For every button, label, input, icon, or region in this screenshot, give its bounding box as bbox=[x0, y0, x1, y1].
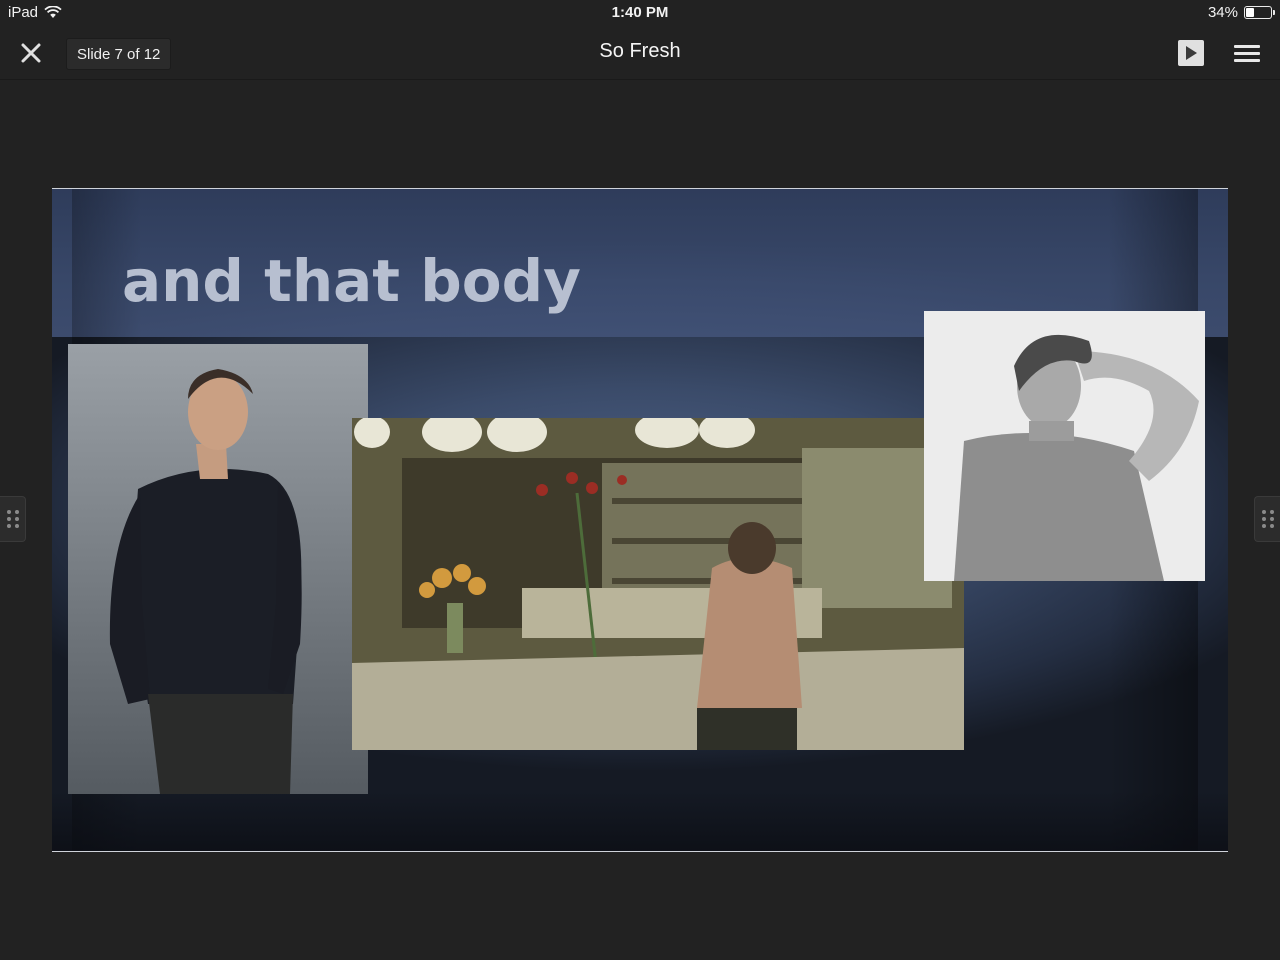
slide-canvas: and that body bbox=[52, 188, 1228, 852]
close-icon bbox=[21, 43, 41, 63]
next-slide-handle[interactable] bbox=[1254, 496, 1280, 542]
hamburger-menu-icon bbox=[1234, 44, 1260, 48]
battery-icon bbox=[1244, 6, 1275, 19]
document-title: So Fresh bbox=[599, 40, 681, 62]
battery-percent: 34% bbox=[1207, 4, 1238, 21]
play-button[interactable] bbox=[1178, 40, 1204, 66]
status-bar: iPad 1:40 PM 34% bbox=[0, 0, 1280, 26]
status-right: 34% bbox=[1207, 4, 1275, 21]
photo-man-black-sweater-art bbox=[68, 344, 368, 794]
toolbar: Slide 7 of 12 So Fresh bbox=[0, 26, 1280, 80]
photo-man-grey-tshirt-art bbox=[924, 311, 1205, 581]
menu-button[interactable] bbox=[1234, 40, 1260, 66]
grip-dots-icon bbox=[1261, 510, 1266, 514]
photo-kitchen-scene-art bbox=[352, 418, 964, 750]
grip-dots-icon bbox=[6, 510, 11, 514]
photo-man-grey-tshirt bbox=[924, 311, 1205, 581]
slide-counter: Slide 7 of 12 bbox=[66, 38, 172, 70]
photo-man-black-sweater bbox=[68, 344, 368, 794]
slide-title: and that body bbox=[122, 247, 581, 315]
photo-kitchen-scene bbox=[352, 418, 964, 750]
battery-fill bbox=[1246, 8, 1255, 17]
play-icon bbox=[1186, 46, 1197, 60]
close-button[interactable] bbox=[14, 36, 48, 70]
status-time: 1:40 PM bbox=[611, 4, 669, 21]
previous-slide-handle[interactable] bbox=[0, 496, 26, 542]
